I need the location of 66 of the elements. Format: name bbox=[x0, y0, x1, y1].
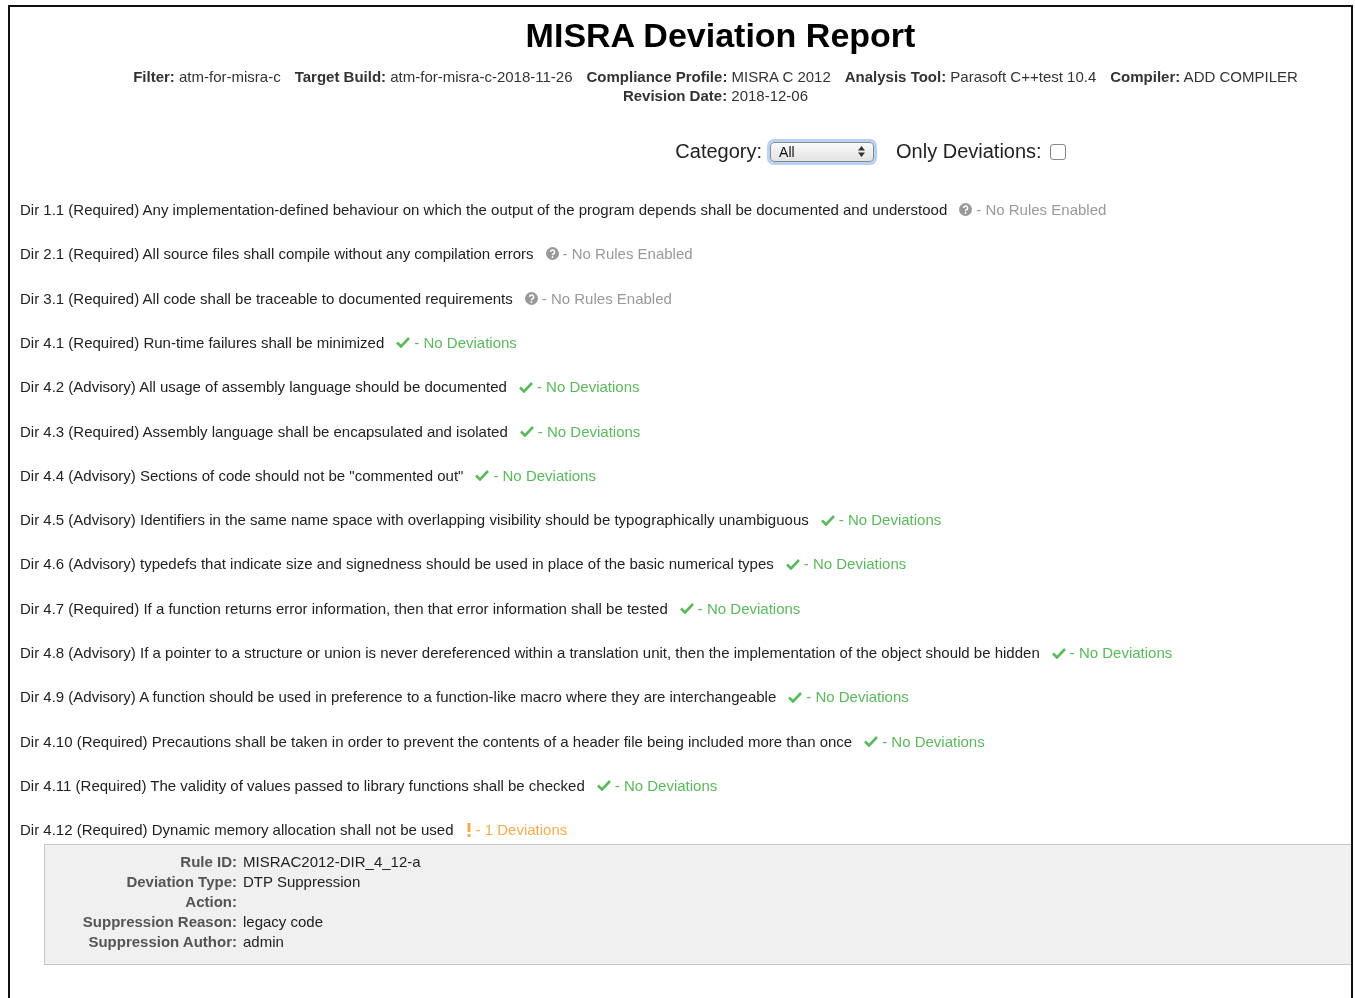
rule-status: - No Deviations bbox=[536, 378, 640, 396]
rule-status: - No Deviations bbox=[803, 555, 907, 573]
rule-text: Dir 4.4 (Advisory) Sections of code should not be "commented out" bbox=[20, 466, 464, 484]
check-icon bbox=[596, 779, 611, 792]
rule-status: - No Deviations bbox=[414, 333, 517, 351]
check-icon bbox=[788, 690, 803, 703]
help-icon bbox=[545, 247, 559, 261]
rule-status: - No Rules Enabled bbox=[541, 289, 672, 307]
rule-text: Dir 4.1 (Required) Run-time failures shall be minimized bbox=[20, 333, 385, 351]
rule-text: Dir 4.5 (Advisory) Identifiers in the same name space with overlapping visibility should be typographically unambiguous bbox=[20, 511, 809, 529]
detail-value: admin bbox=[243, 932, 285, 950]
rule-text: Dir 4.8 (Advisory) If a pointer to a structure or union is never dereferenced within a translation unit, then the implementation of the object should be hidden bbox=[20, 644, 1040, 661]
detail-label: Rule ID: bbox=[179, 852, 237, 870]
report-meta: Revision Date: 2018-12-06 bbox=[622, 87, 809, 105]
rule-text: Dir 1.1 (Required) Any implementation-defined behaviour on which the output of the program depends shall be documented and understood bbox=[20, 201, 948, 219]
category-label: Category: bbox=[675, 140, 763, 164]
check-icon bbox=[1051, 646, 1066, 659]
report-meta: Compiler: ADD COMPILER bbox=[1110, 68, 1298, 86]
rule-status: - 1 Deviations bbox=[475, 821, 568, 839]
detail-value: DTP Suppression bbox=[243, 872, 362, 890]
rule-text: Dir 4.3 (Required) Assembly language shall be encapsulated and isolated bbox=[20, 422, 508, 440]
rule-status: - No Deviations bbox=[882, 732, 985, 750]
report-meta: Compliance Profile: MISRA C 2012 bbox=[586, 68, 831, 86]
report-meta: Filter: atm-for-misra-c bbox=[133, 68, 281, 86]
check-icon bbox=[864, 735, 879, 748]
detail-label: Action: bbox=[184, 892, 237, 910]
rule-status: - No Deviations bbox=[614, 776, 718, 794]
rule-status: - No Deviations bbox=[537, 422, 641, 440]
exclamation-icon bbox=[465, 822, 472, 837]
only-deviations-checkbox[interactable] bbox=[1049, 143, 1066, 160]
rule-status: - No Rules Enabled bbox=[562, 245, 693, 263]
check-icon bbox=[396, 336, 411, 349]
rule-text: Dir 4.2 (Advisory) All usage of assembly language should be documented bbox=[20, 378, 507, 396]
rule-status: - No Deviations bbox=[493, 466, 596, 484]
check-icon bbox=[518, 380, 533, 393]
check-icon bbox=[475, 469, 490, 482]
rule-status: - No Deviations bbox=[1069, 644, 1173, 661]
check-icon bbox=[679, 602, 694, 615]
check-icon bbox=[820, 513, 835, 526]
rule-text: Dir 4.12 (Required) Dynamic memory allocation shall not be used bbox=[20, 821, 454, 839]
check-icon bbox=[519, 425, 534, 437]
rule-status: - No Deviations bbox=[697, 599, 801, 617]
detail-label: Suppression Reason: bbox=[81, 912, 237, 930]
detail-value: legacy code bbox=[243, 912, 325, 930]
rule-text: Dir 4.10 (Required) Precautions shall be taken in order to prevent the contents of a header file being included more than once bbox=[20, 732, 853, 750]
rule-text: Dir 4.7 (Required) If a function returns error information, then that error information shall be tested bbox=[20, 599, 668, 617]
rule-status: - No Deviations bbox=[838, 511, 942, 529]
report-title: MISRA Deviation Report bbox=[524, 17, 917, 55]
check-icon bbox=[785, 557, 800, 570]
updown-caret-icon bbox=[858, 146, 866, 158]
rule-text: Dir 4.9 (Advisory) A function should be used in preference to a function-like macro where they are interchangeable bbox=[20, 688, 777, 706]
report-meta: Target Build: atm-for-misra-c-2018-11-26 bbox=[294, 68, 573, 86]
help-icon bbox=[959, 203, 973, 217]
category-select[interactable]: All bbox=[770, 141, 875, 162]
rule-text: Dir 2.1 (Required) All source files shall compile without any compilation errors bbox=[20, 245, 534, 263]
rule-text: Dir 4.6 (Advisory) typedefs that indicate size and signedness should be used in place of the basic numerical types bbox=[20, 555, 774, 573]
detail-label: Deviation Type: bbox=[125, 872, 237, 890]
only-deviations-label: Only Deviations: bbox=[896, 140, 1042, 164]
rule-text: Dir 3.1 (Required) All code shall be traceable to documented requirements bbox=[20, 289, 513, 307]
rule-status: - No Deviations bbox=[806, 688, 909, 706]
detail-value: MISRAC2012-DIR_4_12-a bbox=[243, 852, 422, 870]
rule-status: - No Rules Enabled bbox=[976, 201, 1107, 219]
report-meta: Analysis Tool: Parasoft C++test 10.4 bbox=[844, 68, 1097, 86]
rule-text: Dir 4.11 (Required) The validity of values passed to library functions shall be checked bbox=[20, 776, 585, 794]
help-icon bbox=[524, 291, 538, 305]
detail-label: Suppression Author: bbox=[87, 932, 237, 950]
